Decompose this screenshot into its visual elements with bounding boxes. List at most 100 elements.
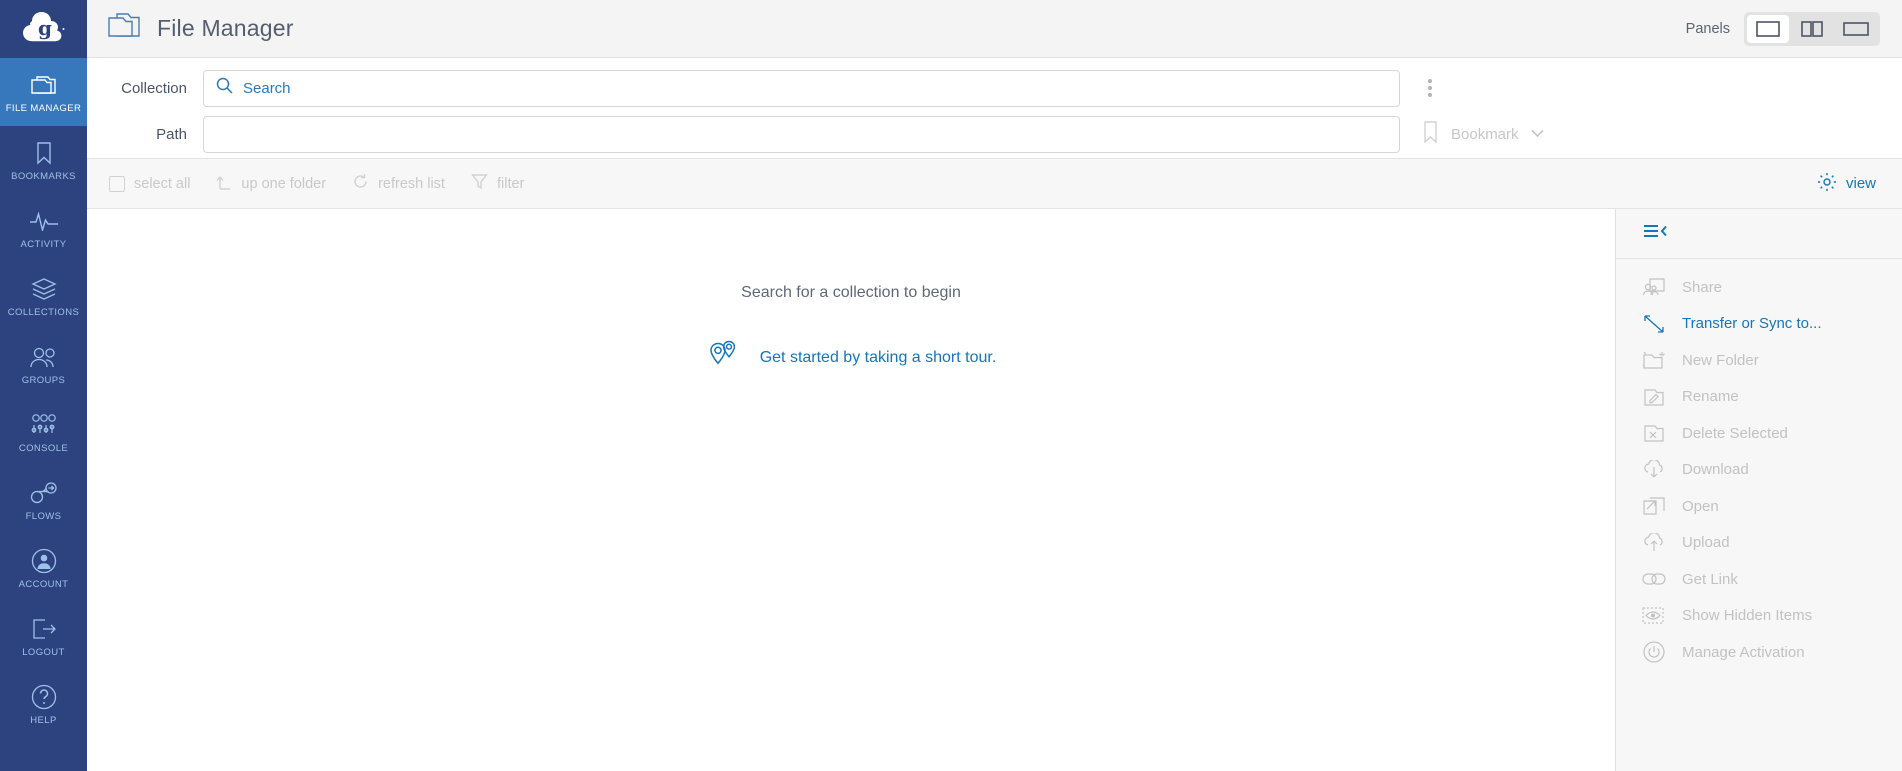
folder-icon xyxy=(107,11,143,46)
transfer-arrows-icon xyxy=(1642,313,1666,335)
left-sidebar: g FILE MANAGER BOOKMARKS ACTIVITY COLLEC… xyxy=(0,0,87,771)
sidebar-label: BOOKMARKS xyxy=(11,171,76,183)
map-pins-icon xyxy=(706,340,746,375)
sidebar-item-collections[interactable]: COLLECTIONS xyxy=(0,262,87,330)
action-delete-selected[interactable]: Delete Selected xyxy=(1616,415,1902,452)
path-input[interactable] xyxy=(203,115,1400,153)
sidebar-label: COLLECTIONS xyxy=(7,307,80,319)
sidebar-label: FILE MANAGER xyxy=(5,103,82,115)
collection-placeholder: Search xyxy=(243,79,291,97)
sidebar-label: FLOWS xyxy=(25,511,62,523)
arrow-up-icon xyxy=(216,173,232,194)
people-icon xyxy=(29,342,59,372)
action-new-folder[interactable]: New Folder xyxy=(1616,342,1902,379)
action-label: Rename xyxy=(1682,388,1739,406)
single-panel-icon xyxy=(1756,20,1780,37)
bookmark-icon xyxy=(1422,120,1439,149)
power-icon xyxy=(1642,641,1666,663)
sidebar-label: LOGOUT xyxy=(22,647,65,659)
sidebar-item-groups[interactable]: GROUPS xyxy=(0,330,87,398)
action-label: Show Hidden Items xyxy=(1682,607,1813,625)
action-label: New Folder xyxy=(1682,351,1759,369)
panels-label: Panels xyxy=(1685,20,1730,37)
bookmark-icon xyxy=(35,138,53,168)
sidebar-item-bookmarks[interactable]: BOOKMARKS xyxy=(0,126,87,194)
action-get-link[interactable]: Get Link xyxy=(1616,561,1902,598)
sidebar-item-help[interactable]: HELP xyxy=(0,670,87,738)
action-rename[interactable]: Rename xyxy=(1616,379,1902,416)
panel-layout-group xyxy=(1744,11,1880,46)
cloud-upload-icon xyxy=(1642,532,1666,553)
two-panel-icon xyxy=(1801,20,1823,37)
file-list-empty-state: Search for a collection to begin Get sta… xyxy=(87,209,1615,771)
chevron-down-icon xyxy=(1530,125,1544,143)
path-row: Path Bookmark xyxy=(87,110,1902,158)
refresh-list-button[interactable]: refresh list xyxy=(352,173,445,194)
open-external-icon xyxy=(1642,496,1666,516)
right-panel-items: Share Transfer or Sync to... New Folder … xyxy=(1616,259,1902,671)
more-vertical-icon[interactable] xyxy=(1422,73,1438,103)
link-chain-icon xyxy=(1642,571,1666,587)
sidebar-item-flows[interactable]: FLOWS xyxy=(0,466,87,534)
page-title-group: File Manager xyxy=(107,11,294,46)
folder-icon xyxy=(30,70,57,100)
action-share[interactable]: Share xyxy=(1616,269,1902,306)
collection-search-input[interactable]: Search xyxy=(203,69,1400,107)
top-header-bar: File Manager Panels xyxy=(87,0,1902,58)
up-one-folder-button[interactable]: up one folder xyxy=(216,173,326,194)
layers-icon xyxy=(30,274,57,304)
panel-single-button[interactable] xyxy=(1747,14,1789,43)
tour-link-text: Get started by taking a short tour. xyxy=(759,348,997,366)
view-settings-button[interactable]: view xyxy=(1817,172,1902,196)
sidebar-item-console[interactable]: CONSOLE xyxy=(0,398,87,466)
panel-wide-button[interactable] xyxy=(1835,15,1877,43)
action-manage-activation[interactable]: Manage Activation xyxy=(1616,634,1902,671)
action-show-hidden-items[interactable]: Show Hidden Items xyxy=(1616,598,1902,635)
globus-logo[interactable]: g xyxy=(0,0,87,58)
logout-icon xyxy=(31,614,57,644)
wide-panel-icon xyxy=(1843,21,1869,36)
action-open[interactable]: Open xyxy=(1616,488,1902,525)
view-label: view xyxy=(1845,175,1876,192)
sidebar-item-account[interactable]: ACCOUNT xyxy=(0,534,87,602)
svg-text:g: g xyxy=(38,16,52,40)
search-icon xyxy=(216,77,233,99)
start-tour-link[interactable]: Get started by taking a short tour. xyxy=(706,340,997,375)
select-all-button[interactable]: select all xyxy=(109,175,191,192)
action-label: Get Link xyxy=(1682,570,1738,588)
action-label: Transfer or Sync to... xyxy=(1682,315,1822,333)
bookmark-button[interactable]: Bookmark xyxy=(1422,120,1544,149)
cloud-download-icon xyxy=(1642,459,1666,480)
bookmark-area: Bookmark xyxy=(1400,120,1622,149)
action-transfer-or-sync[interactable]: Transfer or Sync to... xyxy=(1616,306,1902,343)
filter-button[interactable]: filter xyxy=(471,173,524,194)
new-folder-icon xyxy=(1642,350,1666,370)
body-split: Search for a collection to begin Get sta… xyxy=(87,209,1902,771)
collection-row: Collection Search xyxy=(87,58,1902,110)
action-download[interactable]: Download xyxy=(1616,452,1902,489)
collection-row-tail xyxy=(1400,73,1622,103)
sidebar-item-file-manager[interactable]: FILE MANAGER xyxy=(0,58,87,126)
question-circle-icon xyxy=(31,682,57,712)
path-label: Path xyxy=(156,125,187,143)
right-action-panel: Share Transfer or Sync to... New Folder … xyxy=(1615,209,1902,771)
action-upload[interactable]: Upload xyxy=(1616,525,1902,562)
sidebar-label: ACTIVITY xyxy=(20,239,67,251)
delete-x-icon xyxy=(1642,423,1666,443)
action-label: Open xyxy=(1682,497,1719,515)
checkbox-icon xyxy=(109,175,125,192)
action-label: Delete Selected xyxy=(1682,424,1788,442)
right-panel-header xyxy=(1616,209,1902,259)
sidebar-item-logout[interactable]: LOGOUT xyxy=(0,602,87,670)
sliders-icon xyxy=(29,410,59,440)
action-label: Share xyxy=(1682,278,1723,296)
collapse-panel-icon[interactable] xyxy=(1642,222,1668,245)
panel-split-button[interactable] xyxy=(1791,15,1833,43)
globus-logo-icon: g xyxy=(22,12,64,42)
select-all-label: select all xyxy=(134,175,191,192)
flow-icon xyxy=(29,478,59,508)
filter-label: filter xyxy=(496,175,525,192)
gear-icon xyxy=(1817,172,1837,196)
bookmark-label: Bookmark xyxy=(1451,125,1519,143)
sidebar-item-activity[interactable]: ACTIVITY xyxy=(0,194,87,262)
